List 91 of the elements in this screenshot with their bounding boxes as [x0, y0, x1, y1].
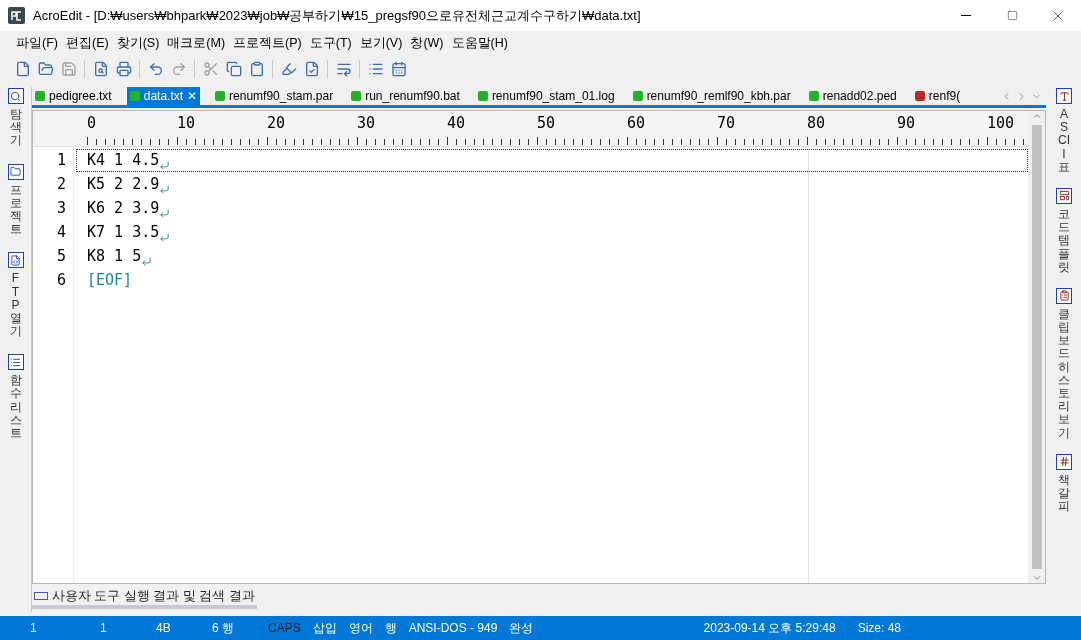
- ruler-number: 50: [537, 116, 557, 131]
- status-field: 1: [30, 619, 100, 637]
- search-icon[interactable]: [7, 88, 24, 104]
- newline-icon: [141, 255, 153, 267]
- menu-item[interactable]: 찾기(S): [112, 34, 164, 53]
- line-number: 1: [55, 152, 67, 168]
- binary-icon: [34, 592, 48, 600]
- code-line: K6 2 3.9: [87, 200, 160, 216]
- status-field: 6 행: [212, 619, 268, 637]
- newline-icon: [159, 207, 171, 219]
- ruler-number: 80: [807, 116, 827, 131]
- ruler-number: 60: [627, 116, 647, 131]
- tab-label: run_renumf90.bat: [365, 88, 460, 105]
- tab-label: renf9(: [928, 88, 961, 105]
- file-tab[interactable]: renf9(: [911, 87, 964, 105]
- status-field: 행: [384, 619, 397, 637]
- newline-icon: [159, 159, 171, 171]
- side-tab[interactable]: 클립보드 히스토리 보기: [1058, 307, 1070, 440]
- tab-label: renumf90_stam_01.log: [491, 88, 615, 105]
- code-line: K8 1 5: [87, 248, 142, 264]
- line-number: 3: [55, 200, 67, 216]
- menu-item[interactable]: 도움말(H): [447, 34, 512, 53]
- ruler-number: 100: [987, 116, 1016, 131]
- menu-item[interactable]: 도구(T): [305, 34, 356, 53]
- code-line: K5 2 2.9: [87, 176, 160, 192]
- line-number: 5: [55, 248, 67, 264]
- ruler-number: 30: [357, 116, 377, 131]
- output-tab[interactable]: 사용자 도구 실행 결과 및 검색 결과: [32, 587, 257, 609]
- list-icon[interactable]: [7, 354, 24, 371]
- minimize-icon: [961, 15, 971, 16]
- ftp-icon[interactable]: [7, 252, 24, 269]
- ruler-number: 90: [897, 116, 917, 131]
- status-field: 2023-09-14 오후 5:29:48: [703, 619, 836, 637]
- menu-item[interactable]: 보기(V): [355, 34, 407, 53]
- template-icon[interactable]: [1056, 187, 1072, 204]
- app-icon: [8, 7, 25, 24]
- side-tab[interactable]: 탐색기: [9, 108, 22, 148]
- side-tab[interactable]: FTP 열기: [9, 272, 22, 339]
- tab-label: renumf90_remlf90_kbh.par: [646, 88, 791, 105]
- menu-item[interactable]: 매크로(M): [163, 34, 230, 53]
- file-tab[interactable]: pedigree.txt: [32, 87, 115, 105]
- file-tab[interactable]: renumf90_stam_01.log: [474, 87, 618, 105]
- hash-icon[interactable]: [1056, 453, 1072, 470]
- status-field: 4B: [156, 619, 212, 637]
- newline-icon: [159, 231, 171, 243]
- clipboard-icon[interactable]: [1056, 287, 1072, 304]
- status-field: 삽입: [312, 619, 337, 637]
- file-tab[interactable]: renadd02.ped: [805, 87, 900, 105]
- ruler-number: 20: [267, 116, 287, 131]
- newline-icon: [159, 183, 171, 195]
- line-number: 4: [55, 224, 67, 240]
- file-tab[interactable]: run_renumf90.bat: [348, 87, 463, 105]
- tab-label: pedigree.txt: [49, 88, 112, 105]
- menu-item[interactable]: 창(W): [406, 34, 448, 53]
- window-title: AcroEdit - [D:₩users₩bhpark₩2023₩job₩공부하기₩15_pregsf90으로유전체근교계수구하기₩data.txt]: [33, 6, 641, 25]
- side-tab[interactable]: 프로젝트: [9, 183, 22, 237]
- tab-label: renadd02.ped: [822, 88, 897, 105]
- status-field: 영어: [348, 619, 373, 637]
- menu-item[interactable]: 편집(E): [61, 34, 113, 53]
- maximize-icon: [1006, 10, 1018, 21]
- menu-item[interactable]: 프로젝트(P): [229, 34, 306, 53]
- scroll-up-icon[interactable]: [1031, 111, 1042, 121]
- line-number: 6: [55, 272, 67, 288]
- side-tab[interactable]: ASCII 표: [1058, 108, 1070, 174]
- status-field: CAPS: [268, 619, 301, 637]
- status-field: ANSI-DOS - 949: [408, 619, 498, 637]
- vertical-scrollbar[interactable]: [1028, 111, 1045, 583]
- code-line: K7 1 3.5: [87, 224, 160, 240]
- ruler-number: 0: [87, 116, 98, 131]
- status-field: 1: [100, 619, 156, 637]
- ruler-number: 40: [447, 116, 467, 131]
- menu-item[interactable]: 파일(F): [12, 34, 62, 53]
- side-tab[interactable]: 책갈피: [1058, 473, 1070, 514]
- side-tab[interactable]: 함수 리스트: [9, 374, 22, 441]
- folder-icon[interactable]: [7, 163, 24, 180]
- scroll-down-icon[interactable]: [1031, 573, 1042, 583]
- code-line: K4 1 4.5: [87, 152, 160, 168]
- line-number: 2: [55, 176, 67, 192]
- letter-icon[interactable]: [1056, 88, 1072, 104]
- status-field: Size: 48: [857, 619, 901, 637]
- file-tab[interactable]: renumf90_remlf90_kbh.par: [629, 87, 794, 105]
- eof-marker: [EOF]: [87, 272, 133, 288]
- side-tab[interactable]: 코드 템플릿: [1058, 207, 1070, 274]
- tab-close[interactable]: ✕: [187, 87, 198, 105]
- ruler-number: 70: [717, 116, 737, 131]
- tab-label: renumf90_stam.par: [229, 88, 334, 105]
- tab-label: data.txt: [143, 88, 184, 105]
- file-tab[interactable]: data.txt ✕: [126, 87, 201, 105]
- file-tab[interactable]: renumf90_stam.par: [212, 87, 337, 105]
- ruler-number: 10: [177, 116, 197, 131]
- status-field: 완성: [509, 619, 534, 637]
